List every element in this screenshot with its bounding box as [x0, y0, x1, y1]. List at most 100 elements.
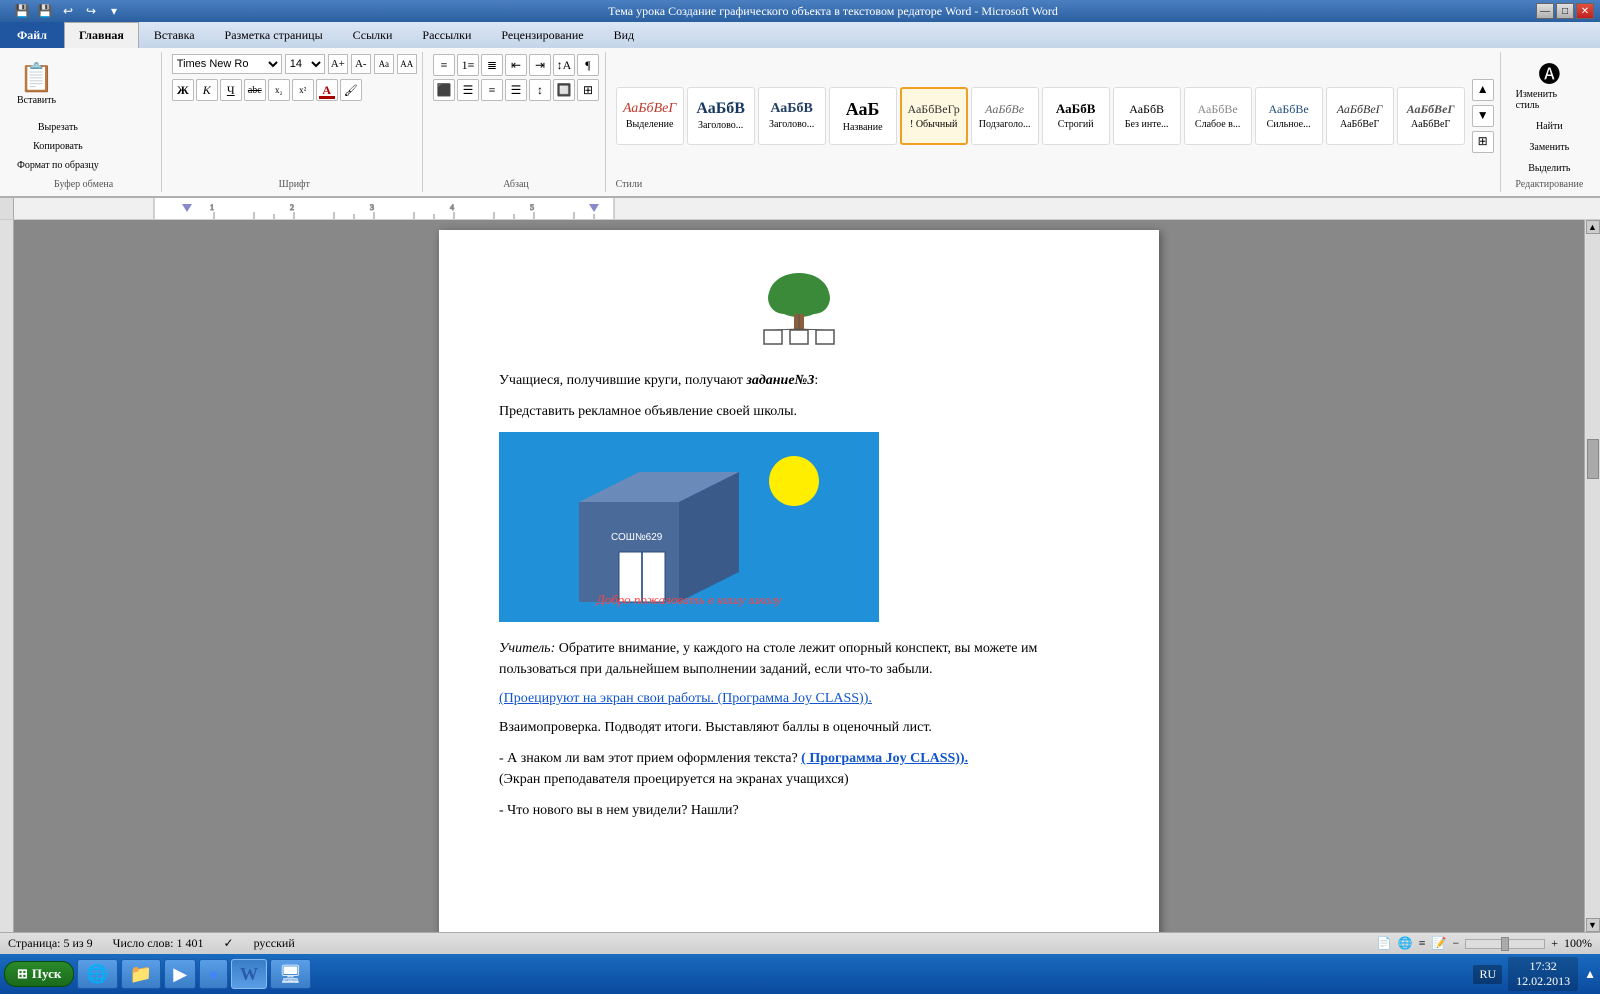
taskbar-word[interactable]: W: [231, 959, 267, 989]
taskbar-extra[interactable]: 🖥: [270, 959, 311, 989]
taskbar-explorer[interactable]: 📁: [121, 959, 161, 989]
select-button[interactable]: Выделить: [1523, 160, 1575, 177]
styles-scroll-up[interactable]: ▲: [1472, 79, 1494, 101]
style-heading2[interactable]: АаБбВ Заголово...: [758, 87, 826, 145]
document-scroll[interactable]: Учащиеся, получившие круги, получают зад…: [14, 220, 1584, 932]
find-button[interactable]: Найти: [1531, 118, 1568, 135]
right-scrollbar[interactable]: ▲ ▼: [1584, 220, 1600, 932]
style-subtitle[interactable]: АаБбВе Подзаголо...: [971, 87, 1039, 145]
start-button[interactable]: ⊞ Пуск: [4, 961, 74, 987]
view-print-btn[interactable]: 📄: [1377, 936, 1392, 951]
font-color-btn[interactable]: А: [316, 79, 338, 101]
zoom-in-btn[interactable]: +: [1551, 936, 1558, 951]
tab-review[interactable]: Рецензирование: [486, 22, 598, 48]
tab-layout[interactable]: Разметка страницы: [210, 22, 338, 48]
taskbar-ie[interactable]: 🌐: [77, 959, 117, 989]
link-joy-class[interactable]: ( Программа Joy CLASS)).: [801, 751, 968, 766]
increase-indent-btn[interactable]: ⇥: [529, 54, 551, 76]
line-spacing-btn[interactable]: ↕: [529, 79, 551, 101]
strikethrough-button[interactable]: abc: [244, 79, 266, 101]
tab-file[interactable]: Файл: [0, 22, 64, 48]
lang-indicator[interactable]: RU: [1473, 965, 1502, 984]
tab-home[interactable]: Главная: [64, 22, 139, 48]
quick-access-toolbar[interactable]: 💾 💾 ↩ ↪ ▾: [6, 0, 130, 23]
clear-format-btn[interactable]: Аа: [374, 54, 394, 74]
tab-references[interactable]: Ссылки: [338, 22, 408, 48]
maximize-button[interactable]: □: [1556, 3, 1574, 19]
clock-area[interactable]: 17:32 12.02.2013: [1508, 957, 1578, 991]
style-heading1[interactable]: АаБбВ Заголово...: [687, 87, 755, 145]
view-web-btn[interactable]: 🌐: [1398, 936, 1413, 951]
style-normal[interactable]: АаБбВеГр ! Обычный: [900, 87, 968, 145]
styles-more[interactable]: ⊞: [1472, 131, 1494, 153]
minimize-button[interactable]: —: [1536, 3, 1554, 19]
justify-btn[interactable]: ☰: [505, 79, 527, 101]
align-center-btn[interactable]: ☰: [457, 79, 479, 101]
shading-btn[interactable]: 🔲: [553, 79, 575, 101]
teacher-label: Учитель: [499, 641, 551, 656]
link-project[interactable]: (Проецируют на экран свои работы. (Прогр…: [499, 691, 872, 706]
replace-button[interactable]: Заменить: [1524, 139, 1574, 156]
zoom-slider[interactable]: [1465, 939, 1545, 949]
format-painter-button[interactable]: Формат по образцу: [12, 157, 104, 174]
para-task-desc: Представить рекламное объявление своей ш…: [499, 401, 1099, 422]
aa-btn[interactable]: АА: [397, 54, 417, 74]
view-draft-btn[interactable]: 📝: [1431, 936, 1446, 951]
highlight-btn[interactable]: 🖌: [340, 79, 362, 101]
decrease-indent-btn[interactable]: ⇤: [505, 54, 527, 76]
redo-btn[interactable]: ↪: [81, 1, 101, 21]
scroll-up-btn[interactable]: ▲: [1586, 220, 1600, 234]
italic-button[interactable]: К: [196, 79, 218, 101]
style-subtle[interactable]: АаБбВе Слабое в...: [1184, 87, 1252, 145]
bold-button[interactable]: Ж: [172, 79, 194, 101]
tab-view[interactable]: Вид: [599, 22, 650, 48]
subscript-button[interactable]: x₂: [268, 79, 290, 101]
undo-btn[interactable]: ↩: [58, 1, 78, 21]
zoom-thumb[interactable]: [1501, 937, 1509, 951]
bullets-btn[interactable]: ≡: [433, 54, 455, 76]
styles-scroll-down[interactable]: ▼: [1472, 105, 1494, 127]
sort-btn[interactable]: ↕A: [553, 54, 575, 76]
show-marks-btn[interactable]: ¶: [577, 54, 599, 76]
style-list-para[interactable]: АаБбВеГ АаБбВеГ: [1397, 87, 1465, 145]
copy-button[interactable]: Копировать: [12, 138, 104, 155]
scroll-down-btn[interactable]: ▼: [1586, 918, 1600, 932]
align-right-btn[interactable]: ≡: [481, 79, 503, 101]
superscript-button[interactable]: x²: [292, 79, 314, 101]
increase-font-btn[interactable]: A+: [328, 54, 348, 74]
align-left-btn[interactable]: ⬛: [433, 79, 455, 101]
tab-insert[interactable]: Вставка: [139, 22, 210, 48]
window-controls[interactable]: — □ ✕: [1536, 3, 1594, 19]
style-no-spacing[interactable]: АаБбВ Без инте...: [1113, 87, 1181, 145]
save-btn[interactable]: 💾: [35, 1, 55, 21]
font-size-select[interactable]: 14: [285, 54, 325, 74]
style-intense[interactable]: АаБбВе Сильное...: [1255, 87, 1323, 145]
taskbar-chrome[interactable]: ●: [199, 959, 228, 989]
clock-time: 17:32: [1516, 959, 1570, 974]
style-book-title[interactable]: АаБбВеГ АаБбВеГ: [1326, 87, 1394, 145]
word-taskbar-icon: W: [240, 964, 258, 985]
font-name-select[interactable]: Times New Ro: [172, 54, 282, 74]
zoom-out-btn[interactable]: −: [1452, 936, 1459, 951]
tab-mailings[interactable]: Рассылки: [407, 22, 486, 48]
change-style-button[interactable]: 🅐 Изменить стиль: [1511, 54, 1588, 114]
notification-icon[interactable]: ▲: [1584, 967, 1596, 982]
view-outline-btn[interactable]: ≡: [1419, 936, 1426, 951]
close-button[interactable]: ✕: [1576, 3, 1594, 19]
underline-button[interactable]: Ч: [220, 79, 242, 101]
scroll-track[interactable]: [1586, 234, 1600, 918]
style-title[interactable]: АаБ Название: [829, 87, 897, 145]
task-description: Представить рекламное объявление своей ш…: [499, 404, 797, 419]
customize-btn[interactable]: ▾: [104, 1, 124, 21]
taskbar-media[interactable]: ▶: [164, 959, 196, 989]
numbering-btn[interactable]: 1≡: [457, 54, 479, 76]
cut-button[interactable]: Вырезать: [12, 119, 104, 136]
style-strict[interactable]: АаБбВ Строгий: [1042, 87, 1110, 145]
paste-button[interactable]: 📋 Вставить: [12, 57, 61, 109]
multilevel-btn[interactable]: ≣: [481, 54, 503, 76]
media-icon: ▶: [173, 964, 187, 985]
style-vydelenie[interactable]: АаБбВеГ Выделение: [616, 87, 684, 145]
decrease-font-btn[interactable]: A-: [351, 54, 371, 74]
scroll-thumb[interactable]: [1587, 439, 1599, 479]
borders-btn[interactable]: ⊞: [577, 79, 599, 101]
